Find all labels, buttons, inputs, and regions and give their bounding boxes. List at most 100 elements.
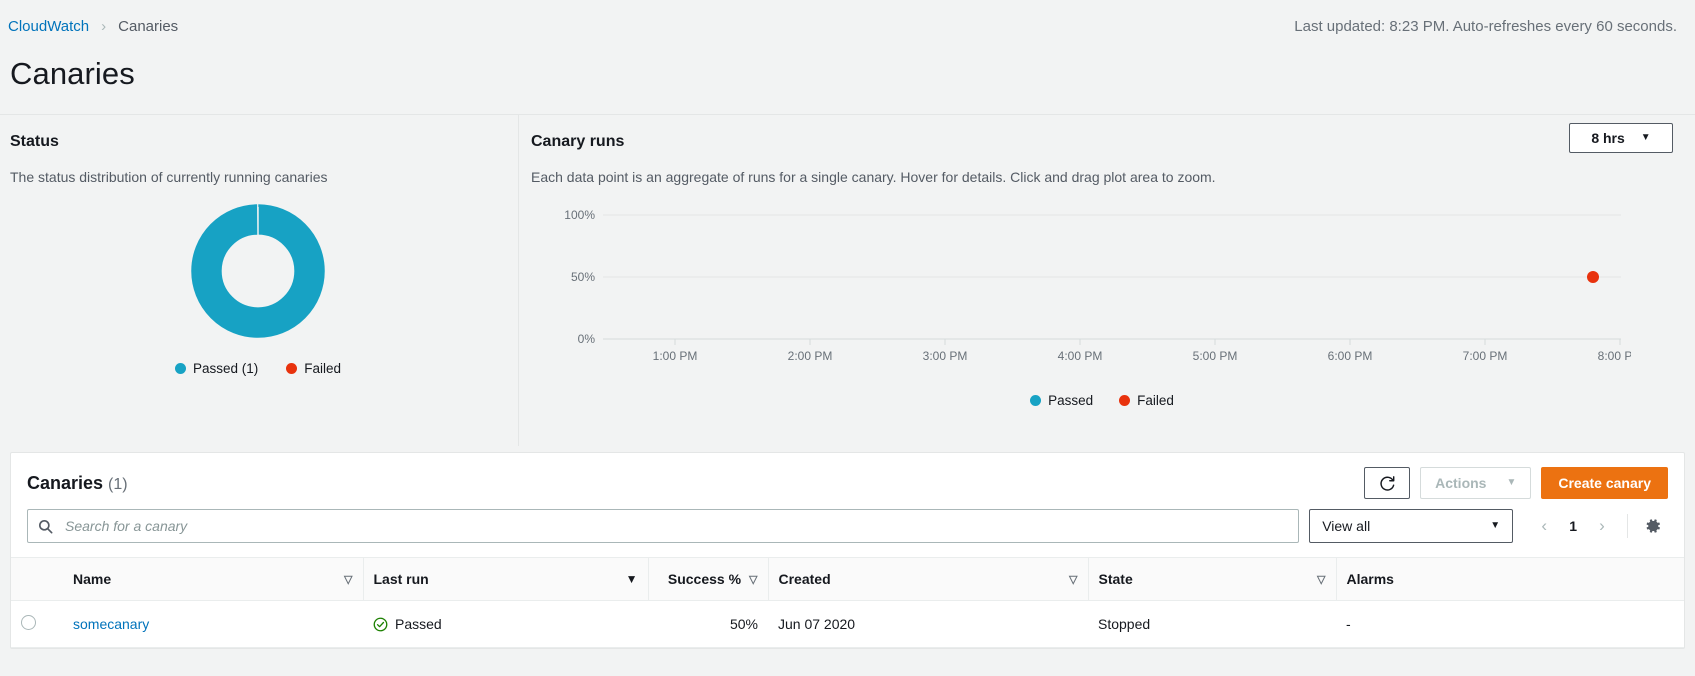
table-filter-row: View all ▼ ‹ 1 › <box>11 509 1684 557</box>
actions-dropdown-button[interactable]: Actions ▼ <box>1420 467 1532 499</box>
summary-panels: Status The status distribution of curren… <box>0 114 1695 446</box>
runs-legend-label-passed: Passed <box>1048 393 1094 408</box>
breadcrumb: CloudWatch › Canaries <box>8 18 178 35</box>
pagination-page-1[interactable]: 1 <box>1561 518 1585 534</box>
table-settings-button[interactable] <box>1638 511 1668 541</box>
status-panel: Status The status distribution of curren… <box>0 115 519 446</box>
canaries-table: Name ▽ Last run ▼ Success % ▽ Created ▽ … <box>11 557 1684 648</box>
pagination: ‹ 1 › <box>1523 511 1668 541</box>
failed-dot-icon <box>286 363 298 374</box>
svg-text:3:00 PM: 3:00 PM <box>923 349 968 363</box>
row-success-pct-cell: 50% <box>648 600 768 648</box>
sort-icon[interactable]: ▽ <box>749 573 757 586</box>
row-last-run-cell: Passed <box>363 600 648 648</box>
chevron-down-icon: ▼ <box>1490 520 1501 531</box>
top-bar: CloudWatch › Canaries Last updated: 8:23… <box>0 0 1695 52</box>
column-last-run-label: Last run <box>373 571 429 587</box>
svg-text:4:00 PM: 4:00 PM <box>1058 349 1103 363</box>
table-row[interactable]: somecanary Passed 50% Jun 07 2020 Stoppe… <box>11 600 1684 648</box>
last-run-status-text: Passed <box>395 616 442 632</box>
svg-text:2:00 PM: 2:00 PM <box>788 349 833 363</box>
donut-svg <box>191 204 325 338</box>
time-range-value: 8 hrs <box>1591 130 1625 146</box>
page-title: Canaries <box>10 56 135 91</box>
view-filter-select[interactable]: View all ▼ <box>1309 509 1514 543</box>
status-panel-title: Status <box>10 133 59 150</box>
pagination-next-button[interactable]: › <box>1587 511 1617 541</box>
legend-item-passed[interactable]: Passed (1) <box>174 361 259 376</box>
svg-text:8:00 PM: 8:00 PM <box>1598 349 1631 363</box>
legend-label-passed: Passed (1) <box>192 361 259 376</box>
canary-runs-panel: Canary runs Each data point is an aggreg… <box>519 115 1695 446</box>
sort-icon[interactable]: ▽ <box>1299 573 1325 586</box>
status-legend: Passed (1) Failed <box>10 361 506 376</box>
create-canary-button[interactable]: Create canary <box>1541 467 1668 499</box>
breadcrumb-cloudwatch[interactable]: CloudWatch <box>8 18 89 35</box>
column-alarms-label: Alarms <box>1346 571 1394 587</box>
search-box[interactable] <box>27 509 1300 543</box>
table-head: Name ▽ Last run ▼ Success % ▽ Created ▽ … <box>11 557 1684 601</box>
svg-text:7:00 PM: 7:00 PM <box>1463 349 1508 363</box>
runs-chart-svg: 100% 50% 0% 1:00 PM 2:00 PM 3:00 PM 4:00… <box>564 208 1631 363</box>
table-body: somecanary Passed 50% Jun 07 2020 Stoppe… <box>11 600 1684 648</box>
table-header-bar: Canaries (1) Actions ▼ Create canary <box>11 453 1684 509</box>
table-title: Canaries <box>27 472 104 493</box>
legend-item-failed[interactable]: Failed <box>286 361 341 376</box>
table-header-row: Name ▽ Last run ▼ Success % ▽ Created ▽ … <box>11 557 1684 601</box>
search-icon <box>38 519 53 533</box>
canaries-page: CloudWatch › Canaries Last updated: 8:23… <box>0 0 1695 676</box>
runs-chart-legend: Passed Failed <box>531 393 1673 408</box>
runs-legend-label-failed: Failed <box>1137 393 1174 408</box>
column-created[interactable]: Created ▽ <box>767 557 1088 601</box>
row-created-cell: Jun 07 2020 <box>768 600 1088 648</box>
row-state-cell: Stopped <box>1088 600 1336 648</box>
row-name-cell: somecanary <box>63 600 363 648</box>
passed-dot-icon <box>1030 395 1042 406</box>
column-last-run[interactable]: Last run ▼ <box>362 557 648 601</box>
refresh-icon <box>1379 475 1395 491</box>
svg-text:100%: 100% <box>564 208 595 222</box>
passed-dot-icon <box>174 363 186 374</box>
status-donut-chart[interactable] <box>10 203 506 339</box>
runs-legend-item-passed[interactable]: Passed <box>1030 393 1093 408</box>
status-passed-icon <box>373 617 388 631</box>
view-filter-value: View all <box>1322 518 1371 534</box>
chevron-down-icon: ▼ <box>1506 477 1517 488</box>
column-alarms: Alarms <box>1335 557 1684 601</box>
create-canary-label: Create canary <box>1558 475 1651 491</box>
runs-panel-title: Canary runs <box>531 133 625 150</box>
column-name-label: Name <box>73 571 112 587</box>
runs-legend-item-failed[interactable]: Failed <box>1119 393 1174 408</box>
canary-name-link[interactable]: somecanary <box>73 616 149 632</box>
breadcrumb-canaries[interactable]: Canaries <box>118 18 178 35</box>
time-range-select[interactable]: 8 hrs ▼ <box>1569 123 1673 153</box>
status-panel-subtitle: The status distribution of currently run… <box>10 169 328 185</box>
legend-label-failed: Failed <box>304 361 342 376</box>
chevron-right-icon: › <box>101 17 107 35</box>
pagination-prev-button[interactable]: ‹ <box>1529 511 1559 541</box>
table-count: (1) <box>108 475 128 493</box>
column-success-pct-label: Success % <box>667 571 742 587</box>
sort-icon-active[interactable]: ▼ <box>608 572 638 586</box>
svg-text:1:00 PM: 1:00 PM <box>653 349 698 363</box>
gear-icon <box>1646 519 1660 533</box>
runs-panel-subtitle: Each data point is an aggregate of runs … <box>531 169 1216 185</box>
refresh-button[interactable] <box>1364 467 1411 499</box>
row-radio-button[interactable] <box>21 615 36 630</box>
column-name[interactable]: Name ▽ <box>63 557 363 601</box>
table-title-group: Canaries (1) <box>27 473 128 494</box>
last-updated-text: Last updated: 8:23 PM. Auto-refreshes ev… <box>1294 17 1677 35</box>
sort-icon[interactable]: ▽ <box>1051 573 1077 586</box>
sort-icon[interactable]: ▽ <box>326 573 352 586</box>
column-state-label: State <box>1098 571 1133 587</box>
column-success-pct[interactable]: Success % ▽ <box>647 557 768 601</box>
column-select <box>11 557 63 601</box>
failed-dot-icon <box>1119 395 1131 406</box>
column-created-label: Created <box>778 571 831 587</box>
failed-data-point <box>1587 271 1599 283</box>
column-state[interactable]: State ▽ <box>1087 557 1336 601</box>
canary-runs-chart[interactable]: 100% 50% 0% 1:00 PM 2:00 PM 3:00 PM 4:00… <box>531 205 1673 375</box>
row-alarms-cell: - <box>1336 600 1684 648</box>
canaries-table-card: Canaries (1) Actions ▼ Create canary Sea… <box>10 452 1685 649</box>
search-input[interactable] <box>63 517 1289 535</box>
